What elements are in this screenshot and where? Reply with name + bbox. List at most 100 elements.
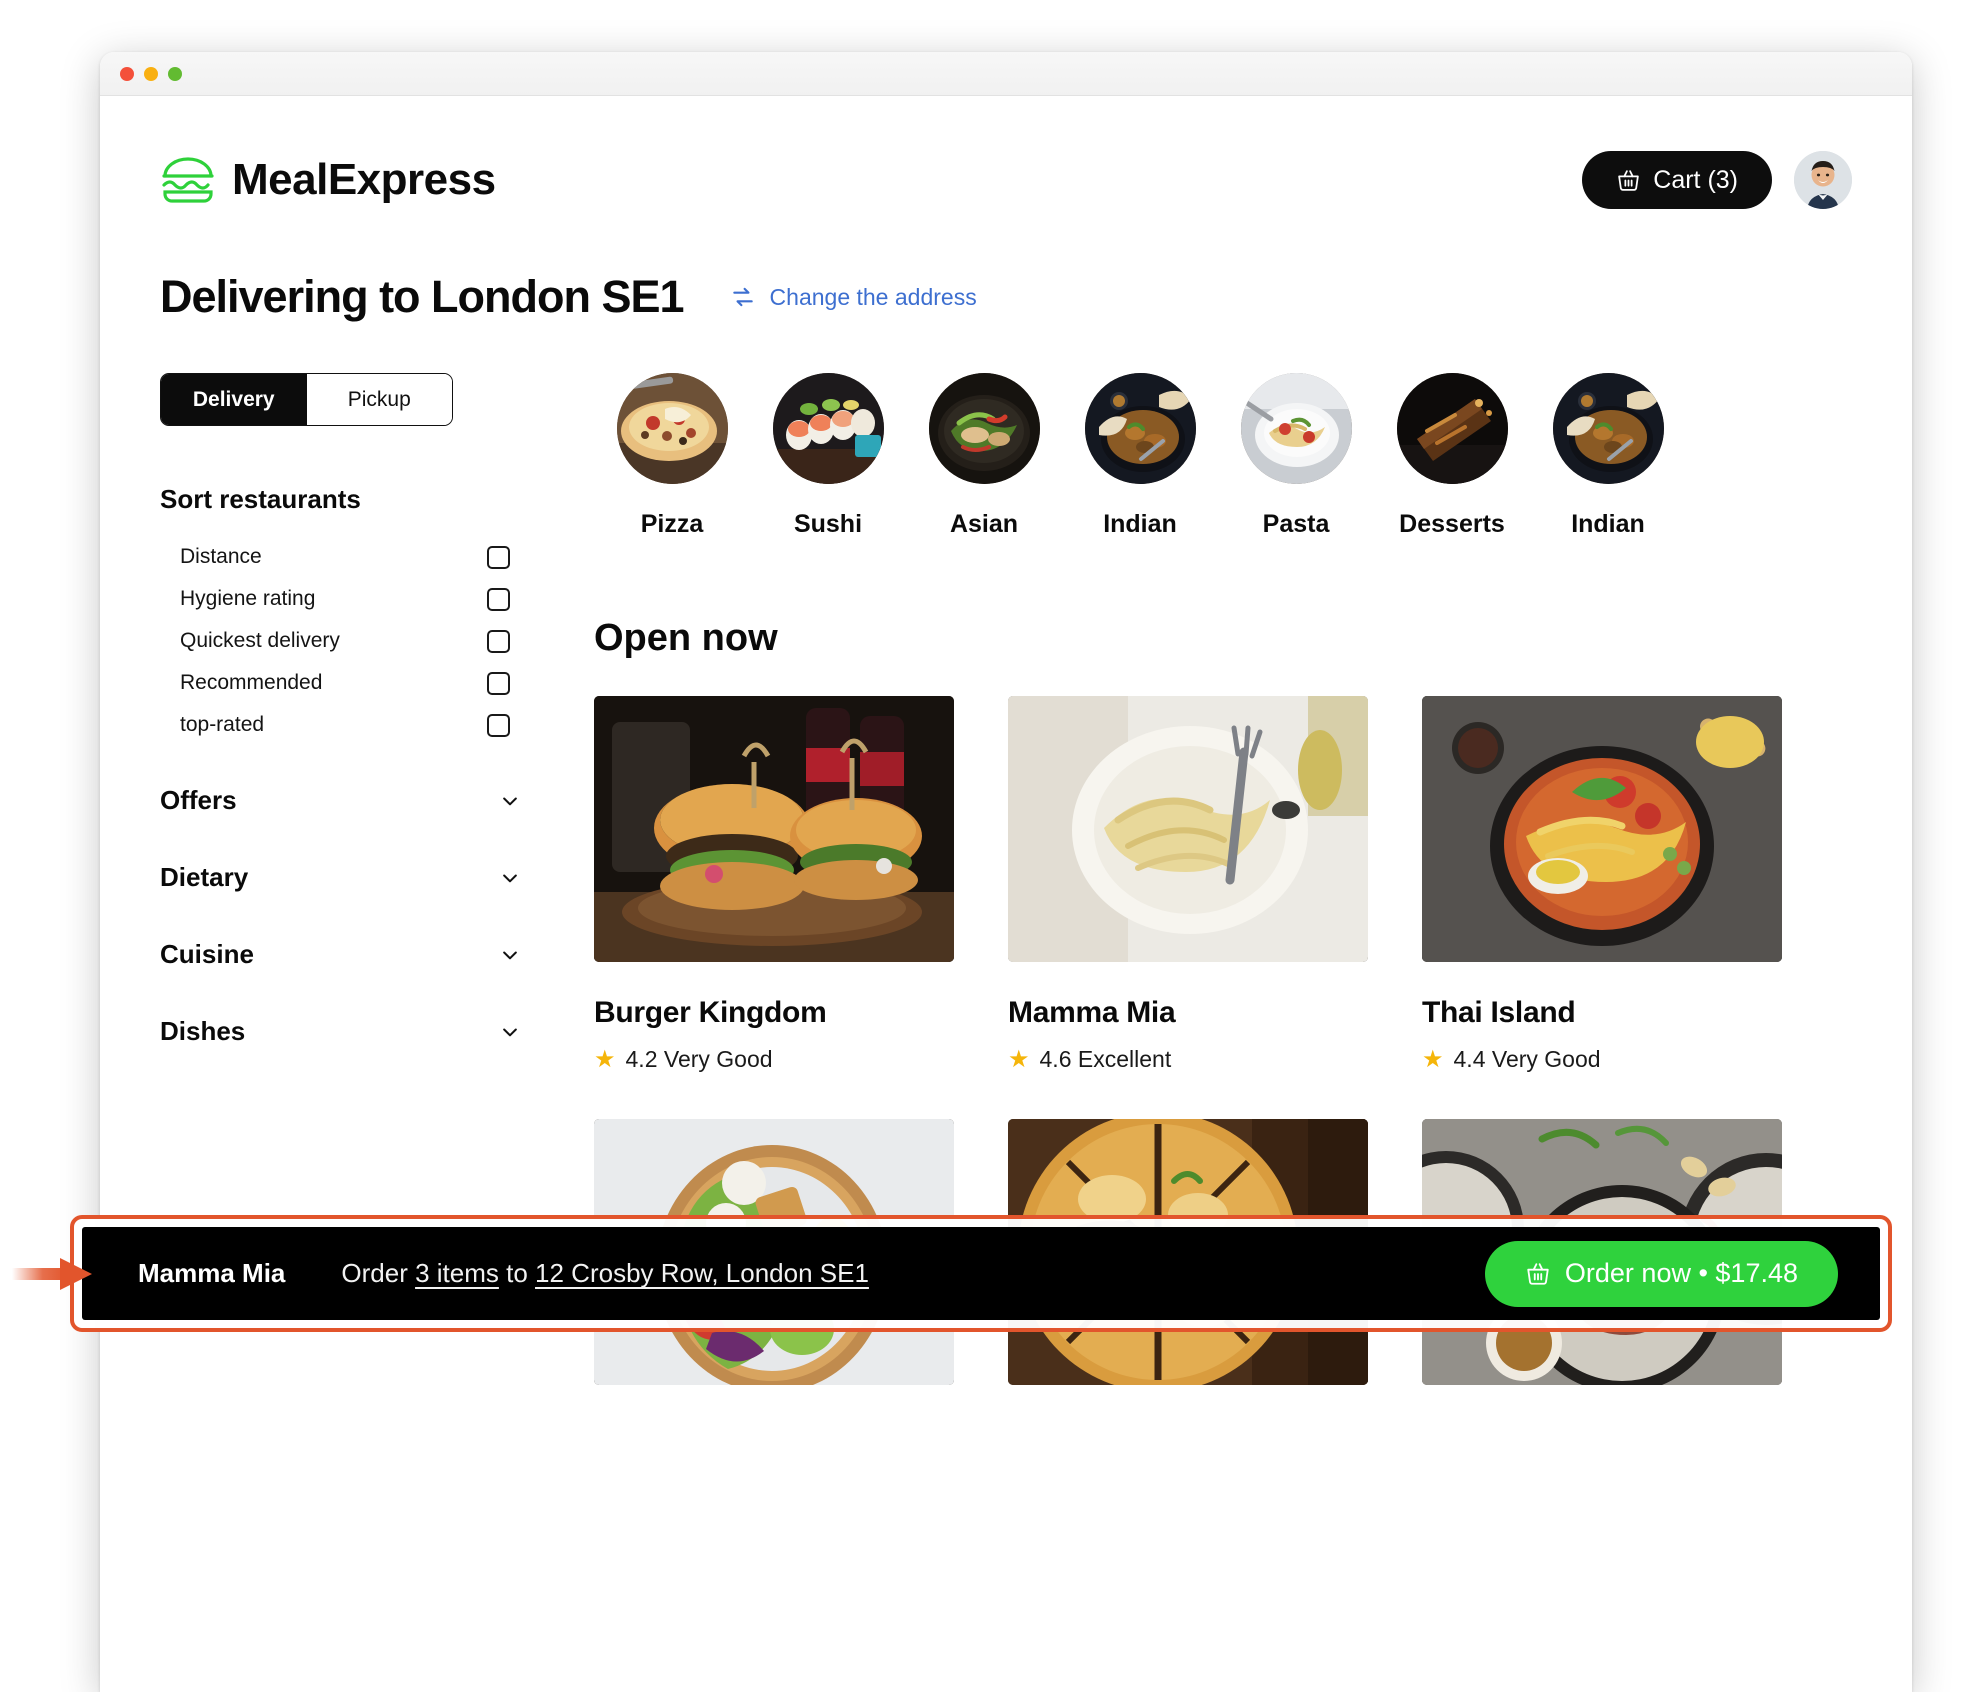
accordion-label: Cuisine: [160, 939, 254, 969]
accordion-cuisine[interactable]: Cuisine: [160, 939, 520, 970]
sort-option-label: Recommended: [180, 671, 323, 694]
restaurant-image: [1422, 696, 1782, 962]
page-title: Delivering to London SE1: [160, 271, 685, 322]
order-prefix: Order: [341, 1258, 416, 1288]
category-label: Pizza: [640, 510, 704, 538]
header-actions: Cart (3): [1582, 151, 1852, 209]
restaurant-name: Thai Island: [1422, 996, 1576, 1029]
category-label: Asian: [949, 510, 1019, 538]
order-now-label: Order now • $17.48: [1564, 1258, 1798, 1288]
tab-delivery[interactable]: Delivery: [161, 374, 307, 425]
order-summary-text: Order 3 items to 12 Crosby Row, London S…: [341, 1258, 869, 1289]
page-body: MealExpress Cart (3) Delivering to Londo…: [100, 96, 1912, 1692]
sort-option-hygiene-rating[interactable]: Hygiene rating: [160, 585, 520, 613]
avatar[interactable]: [1794, 151, 1852, 209]
category-image: [1084, 373, 1196, 484]
checkbox-top-rated[interactable]: [487, 713, 510, 737]
sort-option-label: Hygiene rating: [180, 587, 316, 610]
accordion-label: Offers: [160, 785, 237, 815]
checkbox-distance[interactable]: [487, 545, 510, 569]
checkbox-quickest-delivery[interactable]: [487, 629, 510, 653]
category-desserts[interactable]: Desserts: [1374, 373, 1530, 539]
order-now-button[interactable]: Order now • $17.48: [1484, 1240, 1838, 1307]
accordion-label: Dishes: [160, 1016, 246, 1046]
accordion-offers[interactable]: Offers: [160, 785, 520, 816]
category-label: Indian: [1103, 510, 1177, 538]
restaurant-name: Burger Kingdom: [594, 996, 827, 1029]
checkbox-recommended[interactable]: [487, 671, 510, 695]
rating-text: 4.2 Very Good: [625, 1046, 773, 1072]
category-indian[interactable]: Indian: [1062, 373, 1218, 539]
star-icon: ★: [1008, 1045, 1030, 1073]
restaurant-card-grid: Burger Kingdom ★ 4.2 Very Good Mamma Mia…: [594, 696, 1852, 1073]
order-bar-info: Mamma Mia Order 3 items to 12 Crosby Row…: [138, 1258, 869, 1289]
order-bar: Mamma Mia Order 3 items to 12 Crosby Row…: [82, 1227, 1880, 1320]
window-maximize-button[interactable]: [168, 66, 182, 81]
restaurant-rating: ★ 4.2 Very Good: [594, 1046, 954, 1073]
sort-option-top-rated[interactable]: top-rated: [160, 711, 520, 739]
sort-section-title: Sort restaurants: [160, 484, 361, 514]
order-restaurant-name: Mamma Mia: [138, 1258, 286, 1288]
restaurant-card-thai-island[interactable]: Thai Island ★ 4.4 Very Good: [1422, 696, 1782, 1073]
accordion-dietary[interactable]: Dietary: [160, 862, 520, 893]
browser-window: MealExpress Cart (3) Delivering to Londo…: [100, 52, 1912, 1692]
restaurant-rating: ★ 4.4 Very Good: [1422, 1046, 1782, 1073]
restaurant-card-mamma-mia[interactable]: Mamma Mia ★ 4.6 Excellent: [1008, 696, 1368, 1073]
rating-text: 4.6 Excellent: [1039, 1046, 1172, 1072]
checkbox-hygiene-rating[interactable]: [487, 587, 510, 611]
category-image: [928, 373, 1040, 484]
restaurant-image: [1008, 696, 1368, 962]
category-label: Indian: [1571, 510, 1645, 538]
order-address-link[interactable]: 12 Crosby Row, London SE1: [535, 1258, 869, 1288]
restaurant-image: [594, 696, 954, 962]
annotation-arrow: [12, 1252, 94, 1296]
sort-option-label: Distance: [180, 545, 262, 568]
order-middle: to: [498, 1258, 536, 1288]
restaurant-card-burger-kingdom[interactable]: Burger Kingdom ★ 4.2 Very Good: [594, 696, 954, 1073]
chevron-down-icon: [500, 1022, 520, 1042]
window-minimize-button[interactable]: [144, 66, 158, 81]
accordion-dishes[interactable]: Dishes: [160, 1016, 520, 1047]
swap-arrows-icon: [730, 284, 756, 310]
category-label: Desserts: [1399, 510, 1505, 538]
sort-option-recommended[interactable]: Recommended: [160, 669, 520, 697]
sort-option-distance[interactable]: Distance: [160, 543, 520, 571]
star-icon: ★: [1422, 1045, 1444, 1073]
restaurant-name: Mamma Mia: [1008, 996, 1176, 1029]
order-items-link[interactable]: 3 items: [415, 1258, 499, 1288]
section-title-open-now: Open now: [594, 617, 778, 659]
category-indian-2[interactable]: Indian: [1530, 373, 1686, 539]
change-address-label: Change the address: [769, 283, 977, 310]
accordion-label: Dietary: [160, 862, 249, 892]
sort-option-quickest-delivery[interactable]: Quickest delivery: [160, 627, 520, 655]
brand-logo[interactable]: MealExpress: [160, 155, 496, 205]
delivery-address-row: Delivering to London SE1 Change the addr…: [160, 271, 1852, 323]
category-carousel[interactable]: Pizza Sushi Asian Indian Pasta Desserts …: [594, 373, 1852, 539]
sort-options-list: Distance Hygiene rating Quickest deliver…: [160, 543, 520, 739]
category-image: [616, 373, 728, 484]
tab-pickup[interactable]: Pickup: [306, 374, 452, 425]
order-bar-highlight: Mamma Mia Order 3 items to 12 Crosby Row…: [70, 1215, 1892, 1332]
sort-option-label: top-rated: [180, 713, 265, 736]
window-titlebar: [100, 52, 1912, 96]
change-address-link[interactable]: Change the address: [730, 284, 977, 311]
category-asian[interactable]: Asian: [906, 373, 1062, 539]
category-label: Sushi: [793, 510, 863, 538]
basket-icon: [1525, 1261, 1551, 1287]
category-label: Pasta: [1262, 510, 1330, 538]
star-icon: ★: [594, 1045, 616, 1073]
cart-button[interactable]: Cart (3): [1582, 151, 1772, 209]
category-sushi[interactable]: Sushi: [750, 373, 906, 539]
category-pasta[interactable]: Pasta: [1218, 373, 1374, 539]
chevron-down-icon: [500, 945, 520, 965]
rating-text: 4.4 Very Good: [1453, 1046, 1601, 1072]
brand-name: MealExpress: [232, 155, 496, 204]
category-pizza[interactable]: Pizza: [594, 373, 750, 539]
chevron-down-icon: [500, 868, 520, 888]
category-image: [772, 373, 884, 484]
chevron-down-icon: [500, 791, 520, 811]
window-close-button[interactable]: [120, 66, 134, 81]
cart-label: Cart (3): [1653, 165, 1738, 194]
sort-option-label: Quickest delivery: [180, 629, 340, 652]
burger-icon: [160, 156, 216, 204]
